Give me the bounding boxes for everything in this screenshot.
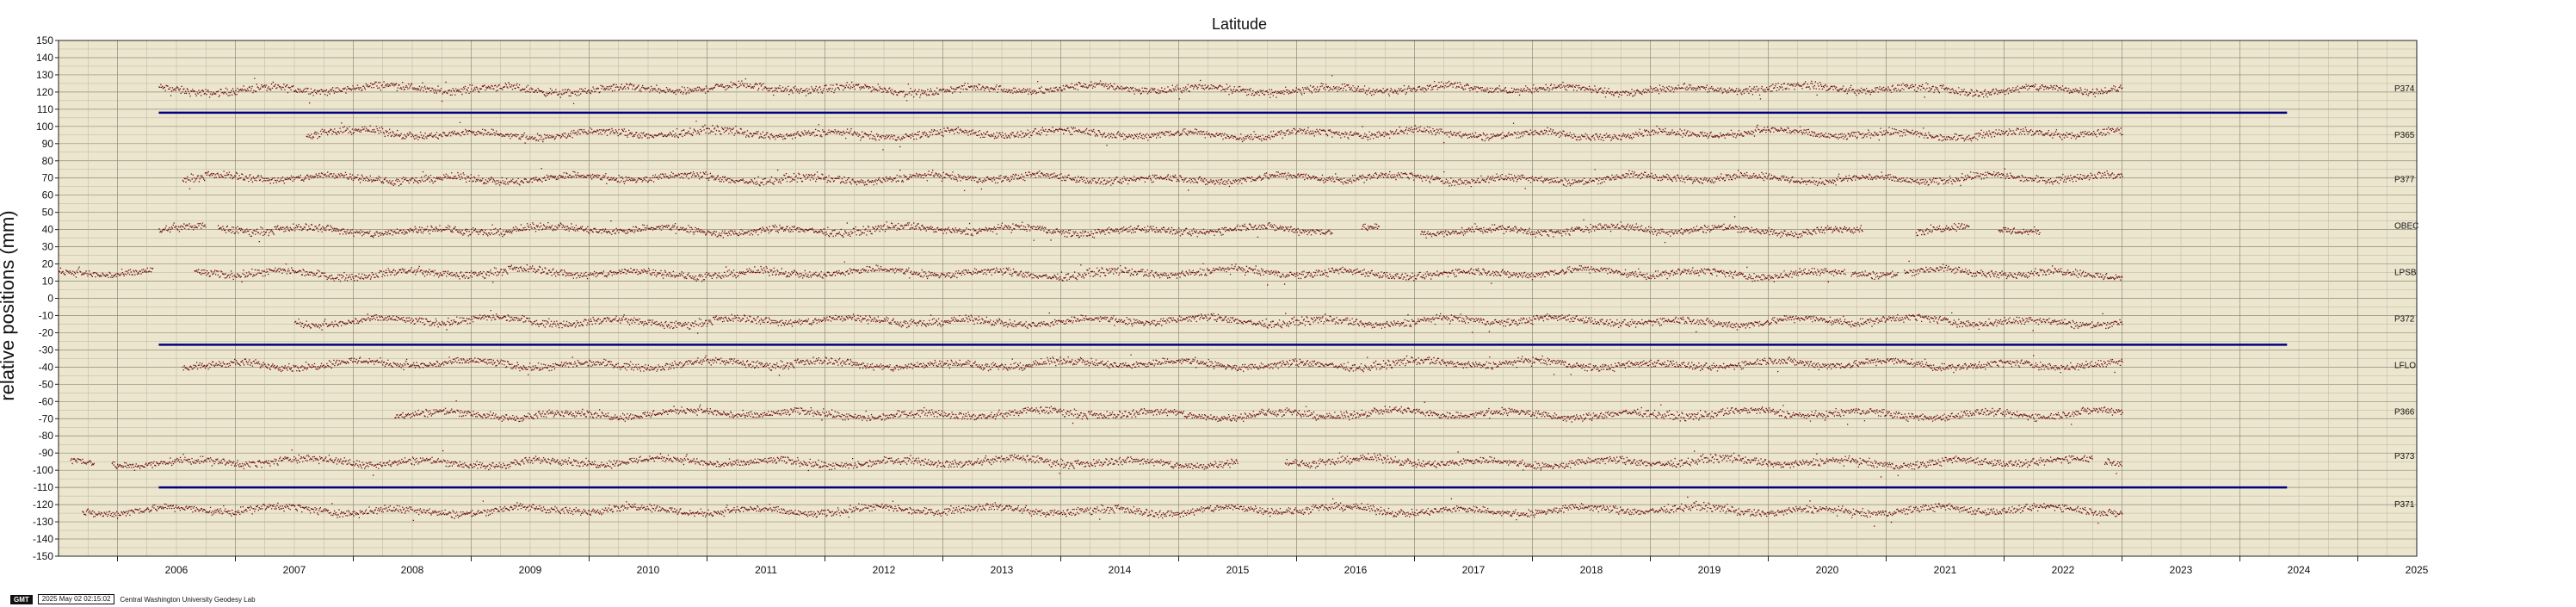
x-tick-label: 2013 — [991, 564, 1014, 576]
chart-title: Latitude — [1212, 15, 1267, 33]
x-tick-label: 2019 — [1698, 564, 1721, 576]
timestamp: 2025 May 02 02:15:02 — [37, 594, 115, 604]
station-label-p373: P373 — [2394, 452, 2415, 461]
y-tick-label: -70 — [39, 412, 54, 424]
x-tick-label: 2006 — [165, 564, 188, 576]
x-tick-label: 2016 — [1344, 564, 1368, 576]
x-tick-label: 2009 — [519, 564, 542, 576]
y-tick-label: -30 — [39, 344, 54, 356]
y-axis-label: relative positions (mm) — [0, 210, 18, 400]
y-tick-label: 40 — [42, 224, 54, 236]
x-tick-label: 2023 — [2170, 564, 2193, 576]
x-tick-label: 2021 — [1934, 564, 1957, 576]
y-tick-label: 90 — [42, 138, 54, 150]
x-tick-label: 2020 — [1816, 564, 1839, 576]
y-tick-label: 70 — [42, 172, 54, 184]
y-tick-label: -40 — [39, 361, 54, 373]
gmt-logo: GMT — [10, 594, 33, 604]
y-tick-label: 60 — [42, 189, 54, 201]
station-label-p372: P372 — [2394, 314, 2415, 324]
station-label-lflo: LFLO — [2394, 361, 2416, 370]
y-tick-label: 120 — [36, 86, 53, 98]
y-tick-label: 150 — [36, 34, 53, 46]
station-label-lpsb: LPSB — [2394, 269, 2417, 278]
y-tick-label: 100 — [36, 121, 53, 133]
credit: Central Washington University Geodesy La… — [120, 595, 256, 604]
footer: GMT 2025 May 02 02:15:02 Central Washing… — [10, 594, 256, 604]
x-tick-label: 2012 — [873, 564, 896, 576]
x-tick-label: 2010 — [637, 564, 660, 576]
y-tick-label: -20 — [39, 326, 54, 338]
y-tick-label: 20 — [42, 258, 54, 270]
x-tick-label: 2007 — [283, 564, 306, 576]
y-tick-label: 80 — [42, 155, 54, 167]
y-tick-label: -150 — [33, 550, 53, 562]
y-tick-label: -50 — [39, 378, 54, 390]
x-tick-label: 2018 — [1580, 564, 1603, 576]
y-tick-label: -110 — [34, 481, 53, 493]
y-tick-label: 10 — [42, 276, 54, 288]
y-tick-label: 110 — [37, 103, 53, 115]
x-tick-label: 2024 — [2288, 564, 2311, 576]
station-label-p365: P365 — [2394, 131, 2415, 140]
y-tick-label: -90 — [39, 447, 54, 459]
x-tick-label: 2025 — [2406, 564, 2429, 576]
y-tick-label: -80 — [39, 430, 54, 442]
x-tick-label: 2008 — [401, 564, 424, 576]
y-tick-label: 130 — [36, 69, 53, 81]
x-axis-ticks: 2006 2007 2008 2009 2010 2011 2012 2013 2014 2015… — [117, 556, 2429, 576]
y-tick-label: -120 — [33, 499, 53, 511]
x-tick-label: 2014 — [1109, 564, 1132, 576]
y-axis-ticks: 1501401301201101009080706050403020100-10… — [33, 34, 59, 562]
x-tick-label: 2011 — [755, 564, 777, 576]
y-tick-label: -60 — [39, 395, 54, 407]
y-tick-label: 0 — [47, 293, 53, 305]
y-tick-label: 50 — [42, 207, 54, 219]
x-tick-label: 2017 — [1462, 564, 1486, 576]
x-tick-label: 2022 — [2052, 564, 2075, 576]
station-label-p366: P366 — [2394, 407, 2415, 417]
station-label-p371: P371 — [2394, 500, 2415, 510]
x-tick-label: 2015 — [1226, 564, 1250, 576]
y-tick-label: -130 — [33, 516, 53, 528]
station-label-p377: P377 — [2394, 176, 2415, 185]
y-tick-label: -100 — [33, 464, 53, 476]
station-label-p374: P374 — [2394, 84, 2415, 94]
y-tick-label: 140 — [36, 52, 53, 64]
y-tick-label: -140 — [33, 533, 53, 545]
station-label-obec: OBEC — [2394, 222, 2418, 232]
grid — [58, 40, 2418, 557]
latitude-chart: Latitude relative positions (mm) 150 140 1… — [0, 15, 2429, 576]
y-tick-label: 30 — [42, 241, 54, 253]
y-tick-label: -10 — [39, 309, 54, 321]
